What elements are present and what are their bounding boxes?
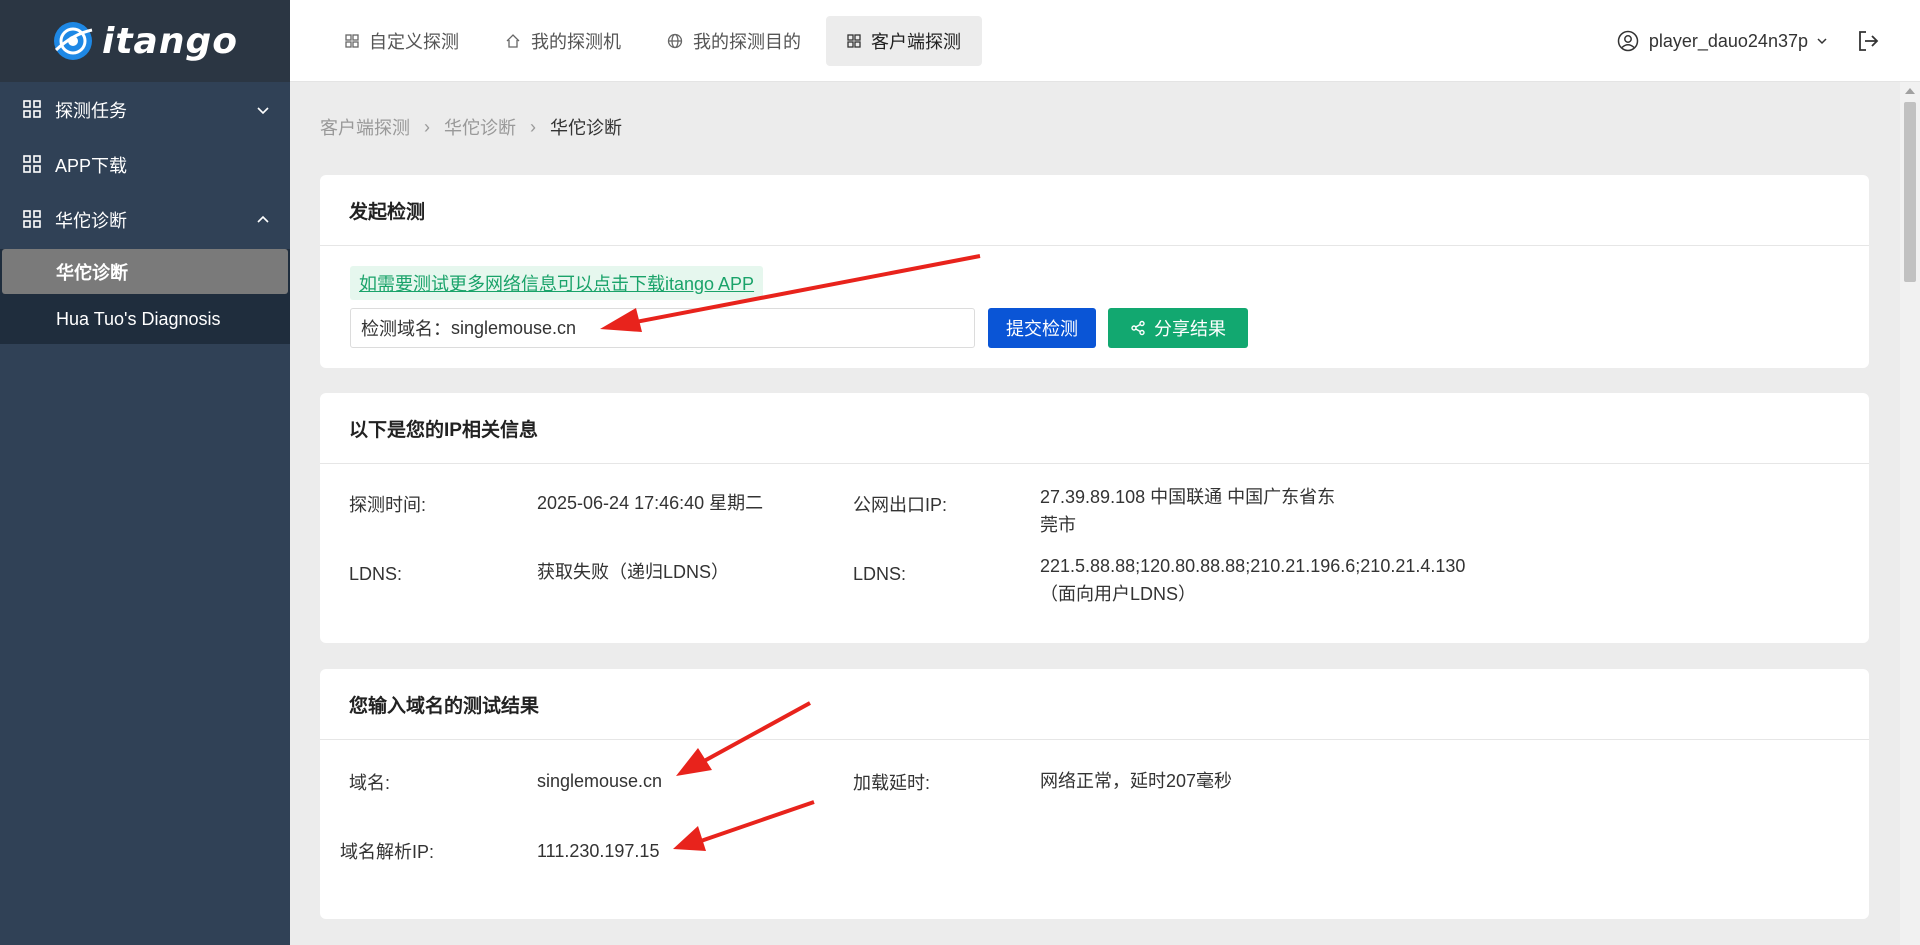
submenu-huatuo: 华佗诊断 Hua Tuo's Diagnosis	[0, 249, 290, 344]
breadcrumb-current: 华佗诊断	[550, 118, 622, 138]
breadcrumb-separator-icon: ›	[530, 116, 536, 137]
ldns-value: 获取失败（递归LDNS）	[537, 562, 730, 582]
sidebar: itango 探测任务 APP下载 华佗诊断 华佗诊断 Hua Tuo's Di…	[0, 0, 290, 945]
ldns2-value-line: （面向用户LDNS）	[1040, 584, 1197, 604]
tab-custom-probe[interactable]: 自定义探测	[324, 16, 480, 66]
ip-info-card: 以下是您的IP相关信息 探测时间: 2025-06-24 17:46:40 星期…	[320, 393, 1869, 643]
grid-icon	[847, 33, 861, 48]
card-title: 发起检测	[320, 175, 1869, 246]
sidebar-subitem-huatuo-diagnosis[interactable]: 华佗诊断	[2, 249, 288, 294]
ldns-label: LDNS:	[349, 564, 403, 584]
breadcrumb-separator-icon: ›	[424, 116, 430, 137]
logout-icon[interactable]	[1856, 29, 1880, 53]
card-title: 以下是您的IP相关信息	[320, 393, 1869, 464]
logo-text: itango	[102, 20, 238, 62]
sidebar-item-label: 华佗诊断	[55, 210, 127, 231]
submit-check-button[interactable]: 提交检测	[988, 308, 1096, 348]
result-card: 您输入域名的测试结果 域名: singlemouse.cn 加载延时: 网络正常…	[320, 669, 1869, 919]
breadcrumb-item[interactable]: 客户端探测	[320, 114, 410, 140]
grid-icon	[345, 33, 359, 48]
sidebar-subitem-huatuo-diagnosis-en[interactable]: Hua Tuo's Diagnosis	[0, 294, 290, 344]
ldns2-value: 221.5.88.88;120.80.88.88;210.21.196.6;21…	[1040, 552, 1465, 608]
public-ip-value-line: 27.39.89.108 中国联通 中国广东省东	[1040, 487, 1336, 507]
download-app-link[interactable]: 如需要测试更多网络信息可以点击下载itango APP	[350, 266, 764, 300]
resolved-ip-label: 域名解析IP:	[340, 842, 435, 862]
scroll-up-arrow-icon[interactable]	[1905, 88, 1915, 94]
sidebar-item-label: APP下载	[55, 155, 128, 176]
grid-icon	[22, 209, 44, 231]
tab-client-probe[interactable]: 客户端探测	[826, 15, 982, 66]
chevron-up-icon	[257, 215, 269, 223]
grid-icon	[22, 154, 44, 176]
logo[interactable]: itango	[0, 0, 290, 82]
share-result-label: 分享结果	[1154, 319, 1226, 339]
breadcrumb-item[interactable]: 华佗诊断	[444, 114, 516, 140]
public-ip-label: 公网出口IP:	[853, 495, 948, 515]
domain-input[interactable]: 检测域名： singlemouse.cn	[350, 308, 975, 348]
username: player_dauo24n37p	[1648, 30, 1808, 51]
domain-input-value: singlemouse.cn	[451, 317, 577, 338]
chevron-down-icon	[1817, 38, 1827, 45]
sidebar-item-huatuo[interactable]: 华佗诊断	[0, 192, 290, 247]
sidebar-item-app-download[interactable]: APP下载	[0, 137, 290, 192]
user-icon	[1617, 30, 1639, 52]
globe-icon	[667, 33, 683, 48]
tab-my-probes[interactable]: 我的探测机	[484, 16, 642, 66]
sidebar-item-probe-tasks[interactable]: 探测任务	[0, 82, 290, 137]
domain-label: 域名:	[349, 773, 391, 793]
user-menu[interactable]: player_dauo24n37p	[1617, 0, 1828, 82]
top-nav: 自定义探测 我的探测机 我的探测目的 客户端探测	[324, 15, 982, 66]
logo-icon	[54, 22, 93, 60]
share-icon	[1131, 320, 1145, 336]
ldns2-label: LDNS:	[853, 564, 907, 584]
latency-label: 加载延时:	[853, 773, 931, 793]
scrollbar-thumb[interactable]	[1904, 102, 1916, 282]
resolved-ip-value: 111.230.197.15	[537, 841, 660, 861]
public-ip-value-line: 莞市	[1040, 515, 1076, 535]
latency-value: 网络正常，延时207毫秒	[1040, 771, 1233, 791]
chevron-down-icon	[257, 106, 269, 114]
sidebar-item-label: 探测任务	[55, 100, 127, 121]
domain-input-label: 检测域名：	[361, 319, 451, 339]
detect-card: 发起检测 如需要测试更多网络信息可以点击下载itango APP 检测域名： s…	[320, 175, 1869, 368]
top-header: 自定义探测 我的探测机 我的探测目的 客户端探测 player_dauo24n3…	[290, 0, 1920, 82]
home-icon	[506, 33, 520, 48]
probe-time-value: 2025-06-24 17:46:40 星期二	[537, 493, 764, 513]
share-result-button[interactable]: 分享结果	[1108, 308, 1248, 348]
tab-label: 客户端探测	[871, 31, 961, 52]
page-scrollbar[interactable]	[1900, 82, 1920, 945]
tab-my-targets[interactable]: 我的探测目的	[646, 16, 822, 66]
public-ip-value: 27.39.89.108 中国联通 中国广东省东 莞市	[1040, 483, 1335, 539]
tab-label: 自定义探测	[369, 31, 459, 52]
breadcrumb: 客户端探测 › 华佗诊断 › 华佗诊断	[320, 114, 622, 140]
tab-label: 我的探测目的	[693, 31, 801, 52]
probe-time-label: 探测时间:	[349, 495, 427, 515]
domain-value: singlemouse.cn	[537, 771, 663, 791]
tab-label: 我的探测机	[531, 31, 621, 52]
card-title: 您输入域名的测试结果	[320, 669, 1869, 740]
grid-icon	[22, 99, 44, 121]
ldns2-value-line: 221.5.88.88;120.80.88.88;210.21.196.6;21…	[1040, 556, 1466, 576]
